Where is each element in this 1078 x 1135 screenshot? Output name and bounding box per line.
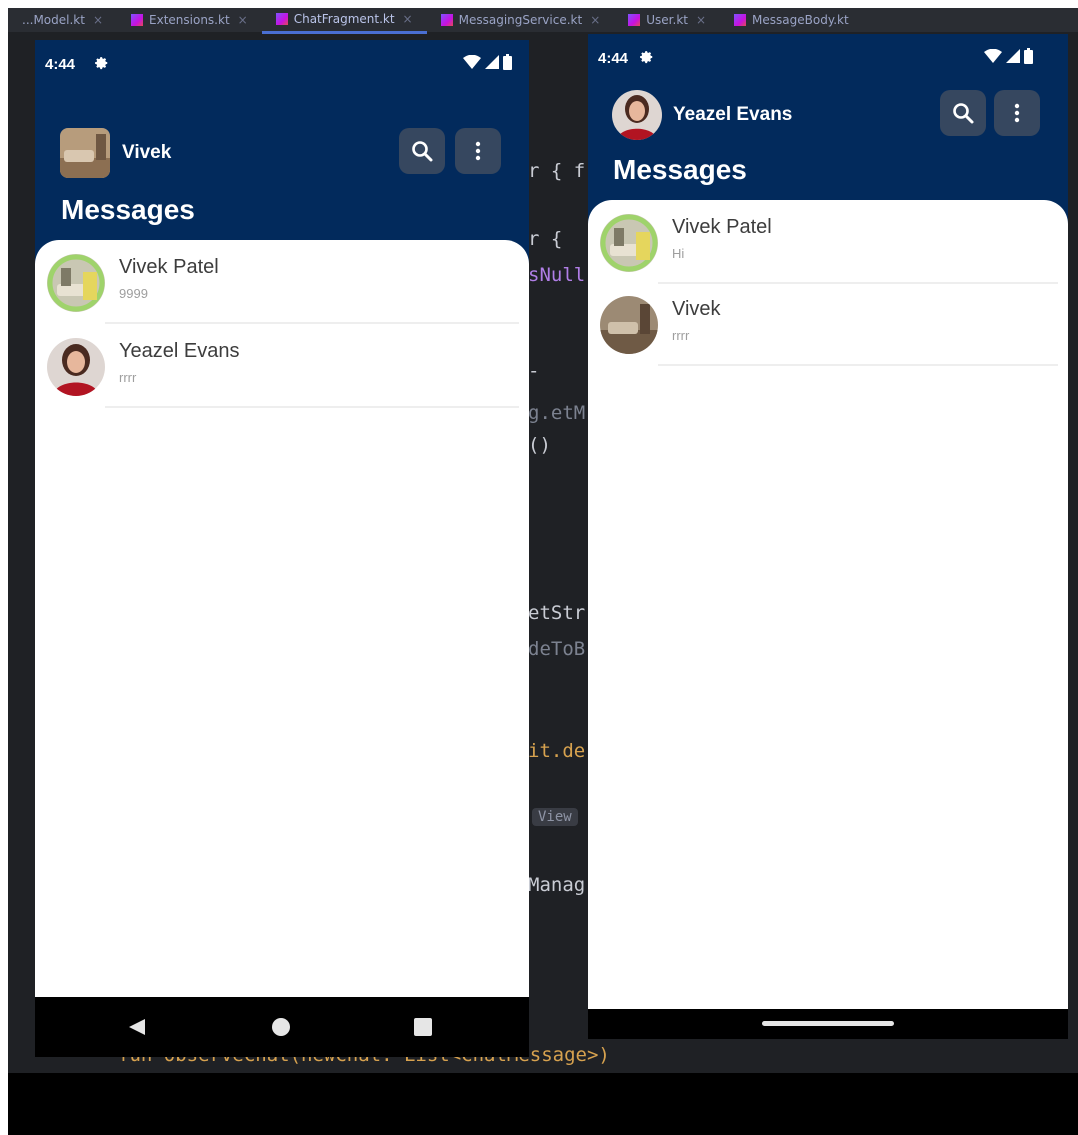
code-fragment: deToB: [528, 638, 586, 660]
status-icons: [463, 54, 512, 70]
editor-tab-label: Extensions.kt: [149, 13, 230, 27]
close-icon[interactable]: ×: [403, 12, 413, 26]
avatar: [600, 296, 658, 354]
editor-tab-label: User.kt: [646, 13, 688, 27]
divider: [105, 406, 519, 408]
profile-name: Yeazel Evans: [673, 104, 793, 125]
editor-tab-label: ...Model.kt: [22, 13, 85, 27]
person-photo-icon: [612, 90, 662, 140]
room-photo-icon: [600, 296, 658, 354]
editor-tab[interactable]: MessagingService.kt ×: [427, 8, 615, 32]
code-fragment: View: [532, 808, 578, 826]
gesture-navigation-bar: [588, 1009, 1068, 1039]
editor-tab[interactable]: MessageBody.kt: [720, 8, 863, 32]
kotlin-file-icon: [275, 12, 288, 25]
chat-preview: rrrr: [672, 328, 690, 343]
close-icon[interactable]: ×: [696, 13, 706, 27]
divider: [658, 364, 1058, 366]
editor-tab[interactable]: User.kt ×: [614, 8, 720, 32]
chat-name: Vivek Patel: [672, 216, 772, 238]
code-fragment: sNull: [528, 264, 586, 286]
chat-preview: rrrr: [119, 370, 137, 385]
home-icon[interactable]: [271, 1017, 291, 1037]
search-icon: [953, 103, 974, 124]
settings-icon: [640, 51, 653, 64]
room-photo-icon: [600, 214, 658, 272]
chat-name: Yeazel Evans: [119, 340, 240, 362]
close-icon[interactable]: ×: [590, 13, 600, 27]
code-fragment: g.etM: [528, 402, 586, 424]
gesture-handle[interactable]: [762, 1021, 894, 1026]
kotlin-file-icon: [734, 14, 747, 26]
editor-tab-label: MessageBody.kt: [752, 13, 849, 27]
more-options-button[interactable]: [994, 90, 1040, 136]
chat-name: Vivek: [672, 298, 721, 320]
page-title: Messages: [61, 194, 195, 225]
more-vert-icon: [475, 141, 481, 161]
status-icons: [984, 48, 1033, 64]
code-fragment: (): [528, 434, 551, 456]
chat-list: Vivek Patel Hi Vivek rrrr: [588, 200, 1068, 1009]
search-icon: [412, 141, 433, 162]
avatar: [600, 214, 658, 272]
avatar[interactable]: [612, 90, 662, 140]
chat-list: Vivek Patel 9999 Yeazel Evans rrrr: [35, 240, 529, 997]
recents-icon[interactable]: [413, 1017, 433, 1037]
more-vert-icon: [1014, 103, 1020, 123]
chat-preview: 9999: [119, 286, 148, 301]
search-button[interactable]: [940, 90, 986, 136]
profile-name: Vivek: [122, 142, 172, 163]
navigation-bar: [35, 997, 529, 1057]
kotlin-file-icon: [131, 14, 144, 26]
avatar: [47, 338, 105, 396]
chat-name: Vivek Patel: [119, 256, 219, 278]
editor-tab-label: MessagingService.kt: [458, 13, 583, 27]
status-time: 4:44: [598, 50, 629, 67]
wifi-icon: [463, 55, 481, 69]
back-icon[interactable]: [127, 1017, 147, 1037]
kotlin-file-icon: [440, 14, 453, 26]
settings-icon: [95, 57, 108, 70]
code-fragment: r {: [528, 228, 563, 250]
chat-list-item[interactable]: Vivek Patel Hi: [588, 200, 1068, 284]
right-phone-screen: 4:44 Yeazel Evans Messages Vivek Patel H…: [588, 34, 1068, 1039]
battery-icon: [503, 54, 512, 70]
code-fragment: -: [528, 360, 540, 382]
ide-bottom-bar: [8, 1073, 1078, 1135]
avatar: [47, 254, 105, 312]
code-fragment: it.de: [528, 740, 586, 762]
editor-tab[interactable]: Extensions.kt ×: [117, 8, 262, 32]
page-title: Messages: [613, 154, 747, 185]
signal-icon: [1006, 49, 1020, 63]
person-photo-icon: [47, 338, 105, 396]
code-fragment: r { f: [528, 160, 586, 182]
editor-tab-active[interactable]: ChatFragment.kt ×: [261, 8, 427, 34]
close-icon[interactable]: ×: [93, 13, 103, 27]
editor-tab[interactable]: ...Model.kt ×: [8, 8, 117, 32]
chat-list-item[interactable]: Yeazel Evans rrrr: [35, 324, 529, 408]
left-phone-screen: 4:44 Vivek Messages Vivek Patel 9999 Yea…: [35, 40, 529, 1057]
room-photo-icon: [47, 254, 105, 312]
chat-list-item[interactable]: Vivek Patel 9999: [35, 240, 529, 324]
battery-icon: [1024, 48, 1033, 64]
chat-list-item[interactable]: Vivek rrrr: [588, 282, 1068, 366]
close-icon[interactable]: ×: [238, 13, 248, 27]
code-fragment: etStr: [528, 602, 586, 624]
more-options-button[interactable]: [455, 128, 501, 174]
status-time: 4:44: [45, 56, 76, 73]
wifi-icon: [984, 49, 1002, 63]
avatar[interactable]: [60, 128, 110, 178]
screen: ...Model.kt × Extensions.kt × ChatFragment…: [0, 0, 1078, 1135]
search-button[interactable]: [399, 128, 445, 174]
editor-tabs: ...Model.kt × Extensions.kt × ChatFragment…: [8, 8, 1078, 34]
kotlin-file-icon: [628, 14, 641, 26]
editor-tab-label: ChatFragment.kt: [293, 11, 395, 26]
signal-icon: [485, 55, 499, 69]
chat-preview: Hi: [672, 246, 685, 261]
code-fragment: Manag: [528, 874, 586, 896]
room-photo-icon: [60, 128, 110, 178]
